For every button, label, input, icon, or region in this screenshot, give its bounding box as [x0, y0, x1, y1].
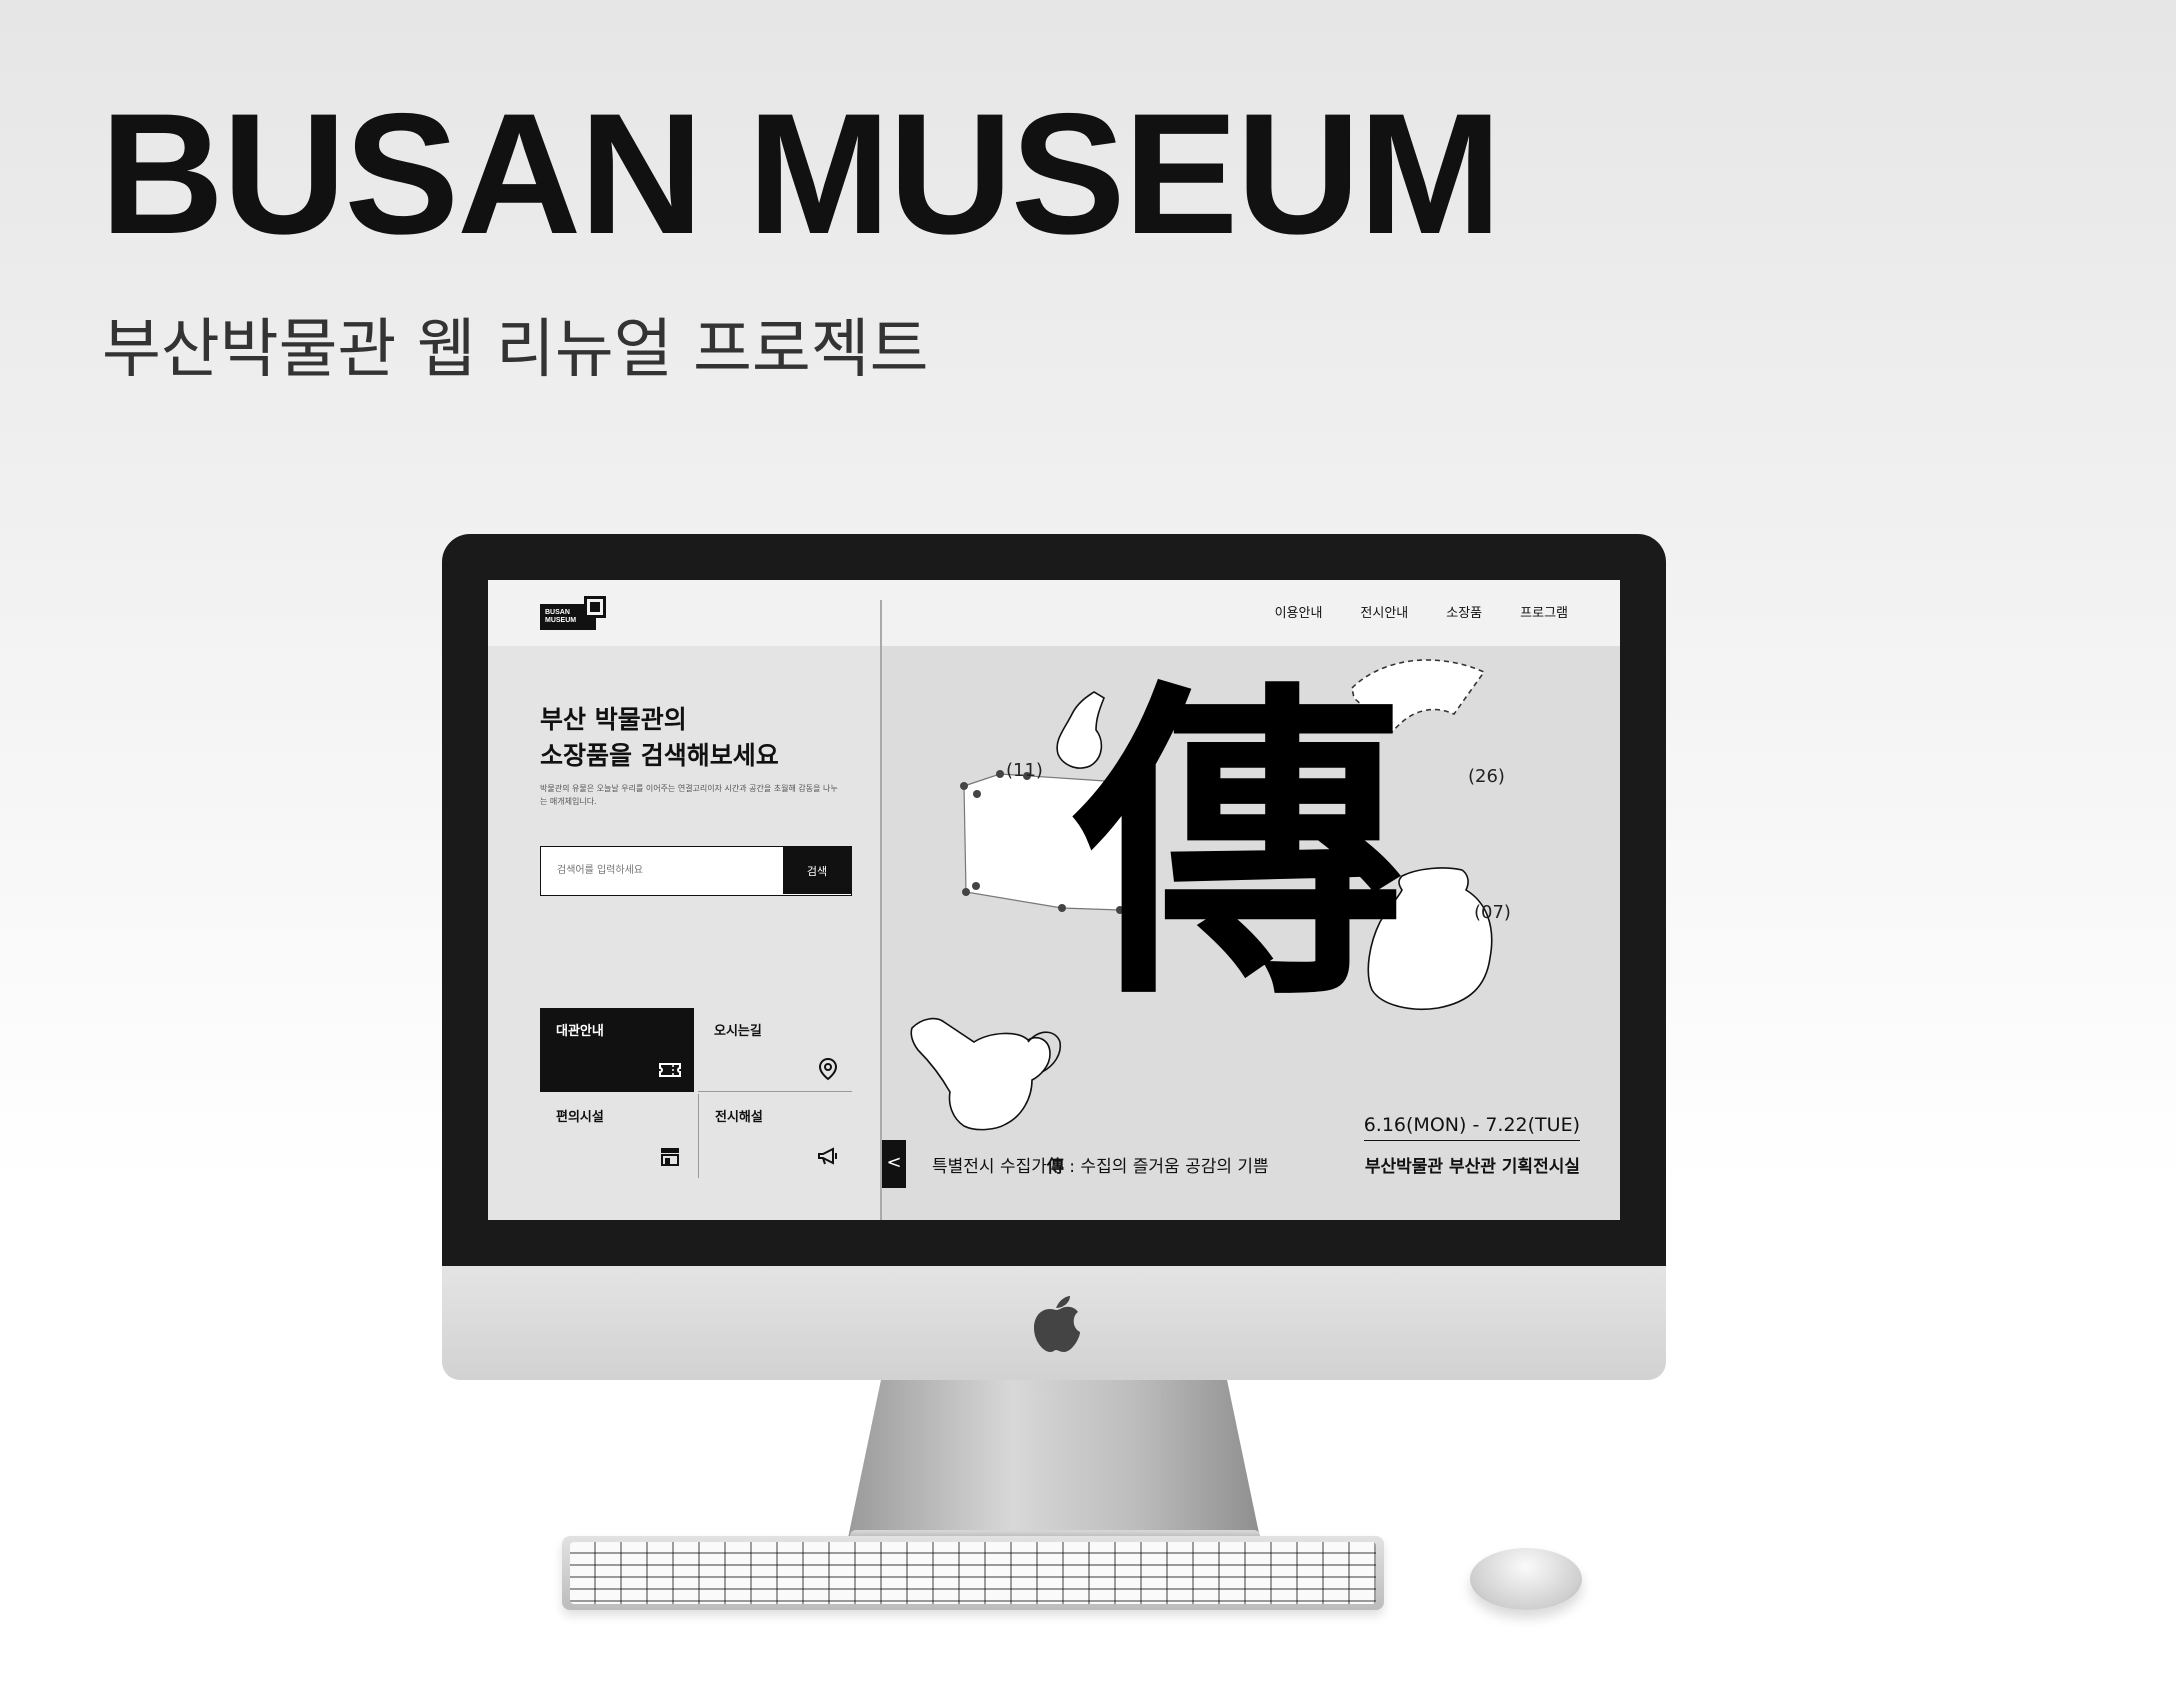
quick-link-amenities[interactable]: 편의시설	[540, 1094, 694, 1178]
search-panel: 부산 박물관의 소장품을 검색해보세요 박물관의 유물은 오늘날 우리를 이어주…	[488, 646, 882, 1220]
main-nav: 이용안내 전시안내 소장품 프로그램	[1275, 602, 1568, 621]
carousel-prev-button[interactable]: <	[882, 1140, 906, 1188]
artifact-number-11: (11)	[1006, 760, 1043, 781]
location-pin-icon	[818, 1057, 838, 1081]
page-subtitle: 부산박물관 웹 리뉴얼 프로젝트	[102, 313, 929, 387]
artifact-number-07: (07)	[1474, 902, 1511, 923]
exhibition-hanja: 傳	[1074, 651, 1404, 1039]
teapot-icon	[910, 1017, 1051, 1131]
website-screen: BUSAN MUSEUM 이용안내 전시안내 소장품 프로그램 부산 박물관의 …	[488, 580, 1620, 1220]
nav-item-collection[interactable]: 소장품	[1446, 602, 1482, 621]
exhibition-dates: 6.16(MON) - 7.22(TUE)	[1363, 1114, 1580, 1141]
nav-item-exhibition[interactable]: 전시안내	[1360, 602, 1408, 621]
quick-link-label: 전시해설	[715, 1110, 763, 1125]
mouse	[1470, 1548, 1582, 1610]
quick-link-label: 대관안내	[556, 1024, 604, 1039]
exhibition-title-suffix: : 수집의 즐거움 공감의 기쁨	[1063, 1157, 1269, 1177]
quick-link-label: 편의시설	[556, 1110, 604, 1125]
quick-link-rental[interactable]: 대관안내	[540, 1008, 694, 1092]
search-headline-line1: 부산 박물관의	[540, 705, 687, 734]
exhibition-title-hanja: 傳	[1046, 1157, 1064, 1177]
keyboard	[562, 1536, 1384, 1610]
logo-mark-inner	[590, 602, 600, 612]
exhibition-title[interactable]: 특별전시 수집가傳 : 수집의 즐거움 공감의 기쁨	[932, 1152, 1269, 1177]
site-header: BUSAN MUSEUM 이용안내 전시안내 소장품 프로그램	[488, 580, 1620, 646]
exhibition-location: 부산박물관 부산관 기획전시실	[1364, 1157, 1580, 1177]
search-input[interactable]	[541, 847, 785, 894]
search-headline: 부산 박물관의 소장품을 검색해보세요	[540, 702, 779, 774]
quick-link-guide[interactable]: 전시해설	[698, 1094, 852, 1178]
search-headline-line2: 소장품을 검색해보세요	[540, 741, 779, 770]
apple-icon	[1034, 1296, 1080, 1352]
artifact-number-26: (26)	[1468, 766, 1505, 787]
nav-item-usage[interactable]: 이용안내	[1275, 602, 1323, 621]
search-description: 박물관의 유물은 오늘날 우리를 이어주는 연결고리이자 시간과 공간을 초월해…	[540, 784, 838, 806]
megaphone-icon	[818, 1147, 837, 1165]
quick-link-label: 오시는길	[714, 1024, 762, 1039]
nav-item-program[interactable]: 프로그램	[1520, 602, 1568, 621]
ticket-icon	[659, 1063, 681, 1077]
page-title: BUSAN MUSEUM	[100, 78, 1502, 270]
quick-link-directions[interactable]: 오시는길	[698, 1008, 852, 1092]
exhibition-title-prefix: 특별전시 수집가	[932, 1157, 1047, 1177]
search-button[interactable]: 검색	[783, 847, 851, 894]
imac-stand	[848, 1380, 1260, 1538]
search-box: 검색	[540, 846, 852, 896]
site-logo[interactable]: BUSAN MUSEUM	[540, 596, 612, 632]
store-icon	[661, 1148, 679, 1166]
exhibition-banner[interactable]: (11) (26) (07) 傳 6.16(MON) - 7.22(TUE) 부…	[882, 646, 1620, 1220]
